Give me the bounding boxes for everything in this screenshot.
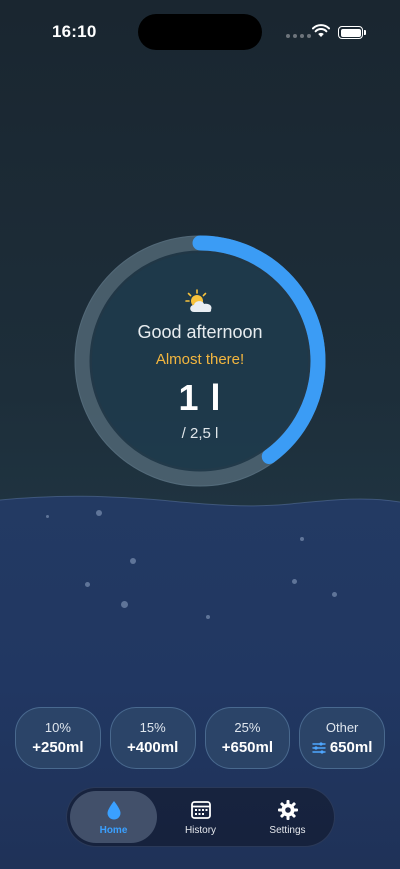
tab-history[interactable]: History <box>157 791 244 843</box>
progress-content: Good afternoon Almost there! 1 l / 2,5 l <box>72 233 328 489</box>
add-other-amount-button[interactable]: Other 650ml <box>299 707 385 769</box>
bubble <box>206 615 210 619</box>
quick-add-amount: 650ml <box>329 739 373 756</box>
tab-label: Home <box>99 824 128 836</box>
bubble <box>96 510 102 516</box>
quick-add-amount: +650ml <box>221 739 274 756</box>
water-drop-icon <box>107 800 120 819</box>
status-time: 16:10 <box>52 22 97 41</box>
quick-add-row: 10% +250ml 15% +400ml 25% +650ml Other 6… <box>15 707 385 769</box>
quick-add-amount: +400ml <box>126 739 179 756</box>
quick-add-percent: 15% <box>139 720 166 735</box>
add-25-percent-button[interactable]: 25% +650ml <box>204 707 291 769</box>
bubble <box>300 537 304 541</box>
quick-add-amount: +250ml <box>32 739 84 756</box>
quick-add-percent: 10% <box>44 720 71 735</box>
cellular-signal-icon <box>286 34 311 38</box>
quick-add-percent: Other <box>325 720 359 735</box>
sun-behind-cloud-icon <box>185 289 212 312</box>
battery-icon <box>338 26 366 39</box>
current-intake: 1 l <box>178 377 222 418</box>
bubble <box>85 582 90 587</box>
tab-label: History <box>184 824 217 836</box>
tab-label: Settings <box>269 824 306 836</box>
progress-ring: Good afternoon Almost there! 1 l / 2,5 l <box>72 233 328 489</box>
quick-add-percent: 25% <box>234 720 261 735</box>
bubble <box>121 601 128 608</box>
daily-goal: / 2,5 l <box>181 425 219 442</box>
add-10-percent-button[interactable]: 10% +250ml <box>15 707 101 769</box>
calendar-icon <box>190 800 211 819</box>
sliders-icon <box>312 741 326 754</box>
motivation-text: Almost there! <box>155 351 245 368</box>
tab-bar: Home History Settings <box>66 787 335 847</box>
bubble <box>130 558 136 564</box>
greeting-text: Good afternoon <box>137 322 263 342</box>
app-screen: 16:10 Good afternoon Almost there! 1 l /… <box>0 0 400 869</box>
gear-icon <box>277 799 298 820</box>
status-bar: 16:10 <box>0 0 400 64</box>
bubble <box>332 592 337 597</box>
tab-home[interactable]: Home <box>70 791 157 843</box>
wifi-icon <box>312 24 330 37</box>
dynamic-island <box>138 14 262 50</box>
add-15-percent-button[interactable]: 15% +400ml <box>109 707 196 769</box>
bubble <box>46 515 49 518</box>
tab-settings[interactable]: Settings <box>244 791 331 843</box>
bubble <box>292 579 297 584</box>
